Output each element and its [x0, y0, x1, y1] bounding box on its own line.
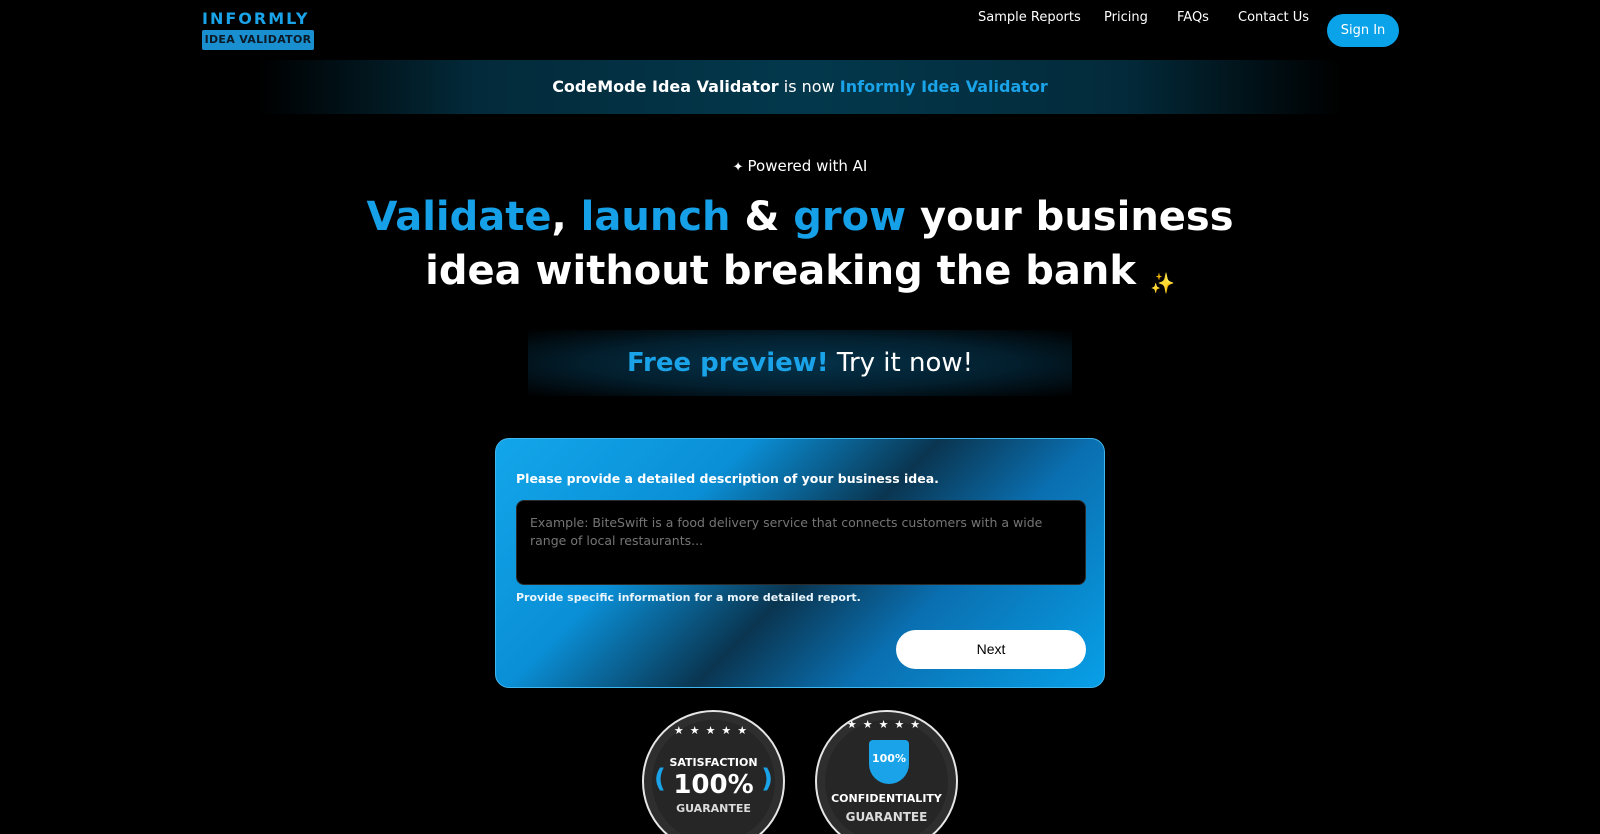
headline-rest-1: your business: [920, 194, 1234, 240]
powered-text: Powered with AI: [747, 157, 868, 175]
headline-validate: Validate: [366, 194, 552, 240]
nav-faqs[interactable]: FAQs: [1177, 0, 1209, 36]
logo-wordmark: INFORMLY: [202, 9, 314, 30]
hero-headline: Validate, launch & grow your business id…: [0, 190, 1600, 310]
rename-banner: CodeMode Idea Validator is now Informly …: [258, 60, 1342, 114]
logo[interactable]: INFORMLY IDEA VALIDATOR: [202, 9, 314, 51]
headline-line-1: Validate, launch & grow your business: [0, 190, 1600, 244]
shield-icon: 100%: [869, 740, 909, 784]
badge-confidentiality-bottom: GUARANTEE: [845, 810, 928, 824]
badge-confidentiality-top: CONFIDENTIALITY: [831, 792, 942, 805]
headline-line-2: idea without breaking the bank ✨: [0, 244, 1600, 310]
free-preview-banner: Free preview! Try it now!: [528, 330, 1072, 396]
headline-grow: grow: [793, 194, 907, 240]
confidentiality-guarantee-badge: ★★★★★ 100% CONFIDENTIALITY GUARANTEE: [815, 710, 958, 834]
banner-old-name: CodeMode Idea Validator: [552, 77, 779, 96]
headline-launch: launch: [580, 194, 731, 240]
headline-comma: ,: [551, 194, 567, 240]
stars-icon: ★★★★★: [673, 724, 754, 737]
nav-contact-us[interactable]: Contact Us: [1238, 0, 1309, 36]
next-button[interactable]: Next: [896, 630, 1086, 669]
shield-text: 100%: [872, 752, 906, 765]
banner-new-name: Informly Idea Validator: [839, 77, 1048, 96]
sparkles-icon: ✨: [1149, 271, 1175, 295]
badge-satisfaction-top: SATISFACTION: [669, 756, 758, 769]
idea-description-input[interactable]: [516, 500, 1086, 585]
nav-sample-reports[interactable]: Sample Reports: [978, 0, 1081, 36]
sign-in-button[interactable]: Sign In: [1327, 14, 1399, 47]
idea-form-card: Please provide a detailed description of…: [495, 438, 1105, 688]
free-preview-text: Free preview!: [626, 348, 829, 378]
powered-with-ai: ✦ Powered with AI: [0, 157, 1600, 175]
idea-description-label: Please provide a detailed description of…: [516, 471, 939, 486]
site-header: INFORMLY IDEA VALIDATOR Sample Reports P…: [0, 0, 1600, 60]
logo-subtitle: IDEA VALIDATOR: [202, 30, 314, 50]
headline-rest-2: idea without breaking the bank: [425, 248, 1136, 294]
logo-text: INFORMLY: [202, 9, 310, 28]
badge-satisfaction-bottom: GUARANTEE: [676, 802, 751, 815]
satisfaction-guarantee-badge: ★★★★★ ( ) SATISFACTION 100% GUARANTEE: [642, 710, 785, 834]
idea-description-hint: Provide specific information for a more …: [516, 591, 861, 604]
stars-icon: ★★★★★: [846, 718, 927, 731]
badge-satisfaction-big: 100%: [673, 770, 754, 800]
try-it-now-text: Try it now!: [836, 348, 974, 378]
nav-pricing[interactable]: Pricing: [1104, 0, 1148, 36]
sparkle-icon: ✦: [732, 160, 744, 175]
headline-ampersand: &: [744, 194, 780, 240]
banner-middle: is now: [783, 77, 835, 96]
